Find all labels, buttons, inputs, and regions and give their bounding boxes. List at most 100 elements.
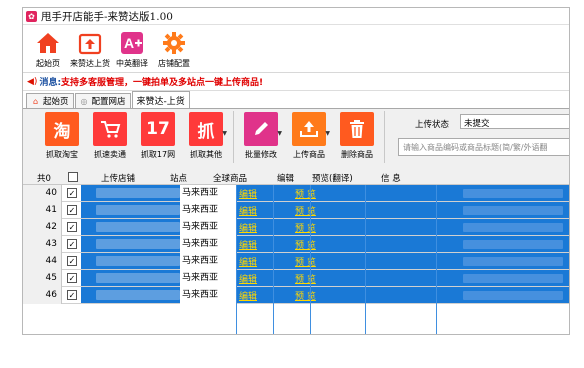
info-header: 信 息 (381, 174, 401, 184)
home-small-icon: ⌂ (32, 96, 39, 106)
preview-link[interactable]: 预 览 (295, 187, 316, 200)
table-row[interactable]: 42 ✓ 马来西亚 编辑 预 览 (23, 219, 569, 236)
grab-other-button[interactable]: 抓 抓取其他 ▼ (182, 111, 230, 160)
cart-icon (93, 112, 127, 146)
search-input[interactable]: 请输入商品编码或商品标题(简/繁/外语翻 (398, 138, 569, 156)
grid-header: 共0 上传店铺 站点 全球商品 编辑 预览(翻译) 信 息 (23, 169, 569, 185)
info-cell-blurred (463, 257, 563, 266)
globe-icon: ◎ (80, 96, 88, 106)
column-divider (236, 185, 237, 334)
toolbar-divider (233, 111, 234, 163)
upload-status-label: 上传状态 (415, 120, 450, 130)
store-config-button[interactable]: 店铺配置 (153, 25, 195, 71)
store-cell-blurred (96, 256, 180, 266)
seventeen-icon: 17 (141, 112, 175, 146)
info-cell-blurred (463, 291, 563, 300)
store-cell-blurred (96, 222, 180, 232)
translate-label: 中英翻译 (116, 59, 148, 68)
table-row[interactable]: 40 ✓ 马来西亚 编辑 预 览 (23, 185, 569, 202)
row-checkbox[interactable]: ✓ (67, 239, 77, 249)
batch-edit-button[interactable]: 批量修改 ▼ (237, 111, 285, 160)
translate-icon: A (121, 32, 143, 54)
grab-17-button[interactable]: 17 抓取17网 (134, 111, 182, 160)
app-window: ✿ 甩手开店能手-来赞达版1.00 起始页 来赞达上货 A 中英翻译 店铺配置 … (22, 7, 570, 335)
row-number: 44 (23, 253, 62, 270)
home-button[interactable]: 起始页 (27, 25, 69, 71)
app-logo-icon: ✿ (26, 10, 37, 22)
info-cell-blurred (463, 206, 563, 215)
toolbar-divider (384, 111, 385, 163)
message-label: 消息: (39, 78, 62, 88)
global-edit-link[interactable]: 编辑 (239, 204, 257, 217)
global-edit-link[interactable]: 编辑 (239, 255, 257, 268)
store-cell-blurred (96, 239, 180, 249)
preview-link[interactable]: 预 览 (295, 255, 316, 268)
row-number: 41 (23, 202, 62, 219)
main-toolbar: 起始页 来赞达上货 A 中英翻译 店铺配置 (23, 25, 569, 73)
tab-bar: ⌂ 起始页 ◎ 配置网店 来赞达-上货 (23, 91, 569, 108)
table-row[interactable]: 44 ✓ 马来西亚 编辑 预 览 (23, 253, 569, 270)
table-row[interactable]: 46 ✓ 马来西亚 编辑 预 览 (23, 287, 569, 304)
row-checkbox[interactable]: ✓ (67, 256, 77, 266)
tab-home[interactable]: ⌂ 起始页 (26, 93, 74, 108)
info-cell-blurred (463, 240, 563, 249)
pencil-icon (244, 112, 278, 146)
dropdown-arrow-icon[interactable]: ▼ (325, 130, 330, 137)
home-icon (37, 33, 59, 53)
grab-icon: 抓 (189, 112, 223, 146)
trash-icon (340, 112, 374, 146)
site-header: 站点 (170, 174, 188, 184)
info-cell-blurred (463, 189, 563, 198)
table-row[interactable]: 41 ✓ 马来西亚 编辑 预 览 (23, 202, 569, 219)
count-header: 共0 (37, 174, 51, 184)
action-toolbar: 淘 抓取淘宝 抓速卖通 17 抓取17网 抓 抓取其他 ▼ 批量修改 ▼ 上传商… (23, 109, 569, 167)
row-checkbox[interactable]: ✓ (67, 290, 77, 300)
store-cell-blurred (96, 205, 180, 215)
row-checkbox[interactable]: ✓ (67, 222, 77, 232)
preview-link[interactable]: 预 览 (295, 272, 316, 285)
edit-header: 编辑 (277, 174, 295, 184)
translate-button[interactable]: A 中英翻译 (111, 25, 153, 71)
upload-icon (292, 112, 326, 146)
goods-grid: 共0 上传店铺 站点 全球商品 编辑 预览(翻译) 信 息 40 ✓ 马来西亚 编辑预… (23, 169, 569, 334)
global-edit-link[interactable]: 编辑 (239, 272, 257, 285)
table-row[interactable]: 43 ✓ 马来西亚 编辑 预 览 (23, 236, 569, 253)
store-config-label: 店铺配置 (158, 59, 190, 68)
dropdown-arrow-icon[interactable]: ▼ (277, 130, 282, 137)
info-cell-blurred (463, 223, 563, 232)
upload-status-select[interactable]: 未提交 (460, 114, 569, 129)
upload-goods-button[interactable]: 上传商品 ▼ (285, 111, 333, 160)
global-edit-link[interactable]: 编辑 (239, 289, 257, 302)
lazada-upload-button[interactable]: 来赞达上货 (69, 25, 111, 71)
svg-text:A: A (124, 35, 134, 51)
select-all-checkbox[interactable] (68, 172, 78, 182)
column-divider (310, 185, 311, 334)
global-edit-link[interactable]: 编辑 (239, 238, 257, 251)
site-cell: 马来西亚 (180, 270, 236, 287)
global-edit-link[interactable]: 编辑 (239, 221, 257, 234)
speaker-icon: ◀) (27, 76, 38, 87)
grab-aliexpress-button[interactable]: 抓速卖通 (86, 111, 134, 160)
tab-store-config[interactable]: ◎ 配置网店 (74, 93, 131, 108)
global-header: 全球商品 (213, 174, 248, 184)
table-row[interactable]: 45 ✓ 马来西亚 编辑 预 览 (23, 270, 569, 287)
store-cell-blurred (96, 273, 180, 283)
row-checkbox[interactable]: ✓ (67, 273, 77, 283)
row-checkbox[interactable]: ✓ (67, 188, 77, 198)
preview-link[interactable]: 预 览 (295, 221, 316, 234)
message-bar: ◀) 消息: 支持多客服管理，一键拍单及多站点一键上传商品! (23, 73, 569, 91)
site-cell: 马来西亚 (180, 202, 236, 219)
preview-link[interactable]: 预 览 (295, 204, 316, 217)
dropdown-arrow-icon[interactable]: ▼ (222, 130, 227, 137)
preview-link[interactable]: 预 览 (295, 238, 316, 251)
title-bar: ✿ 甩手开店能手-来赞达版1.00 (23, 8, 569, 25)
window-title: 甩手开店能手-来赞达版1.00 (41, 10, 173, 23)
preview-link[interactable]: 预 览 (295, 289, 316, 302)
row-number: 42 (23, 219, 62, 236)
tab-lazada-upload[interactable]: 来赞达-上货 (131, 91, 190, 108)
global-edit-link[interactable]: 编辑 (239, 187, 257, 200)
grab-taobao-button[interactable]: 淘 抓取淘宝 (38, 111, 86, 160)
row-checkbox[interactable]: ✓ (67, 205, 77, 215)
gear-icon (163, 32, 185, 54)
delete-goods-button[interactable]: 删除商品 (333, 111, 381, 160)
